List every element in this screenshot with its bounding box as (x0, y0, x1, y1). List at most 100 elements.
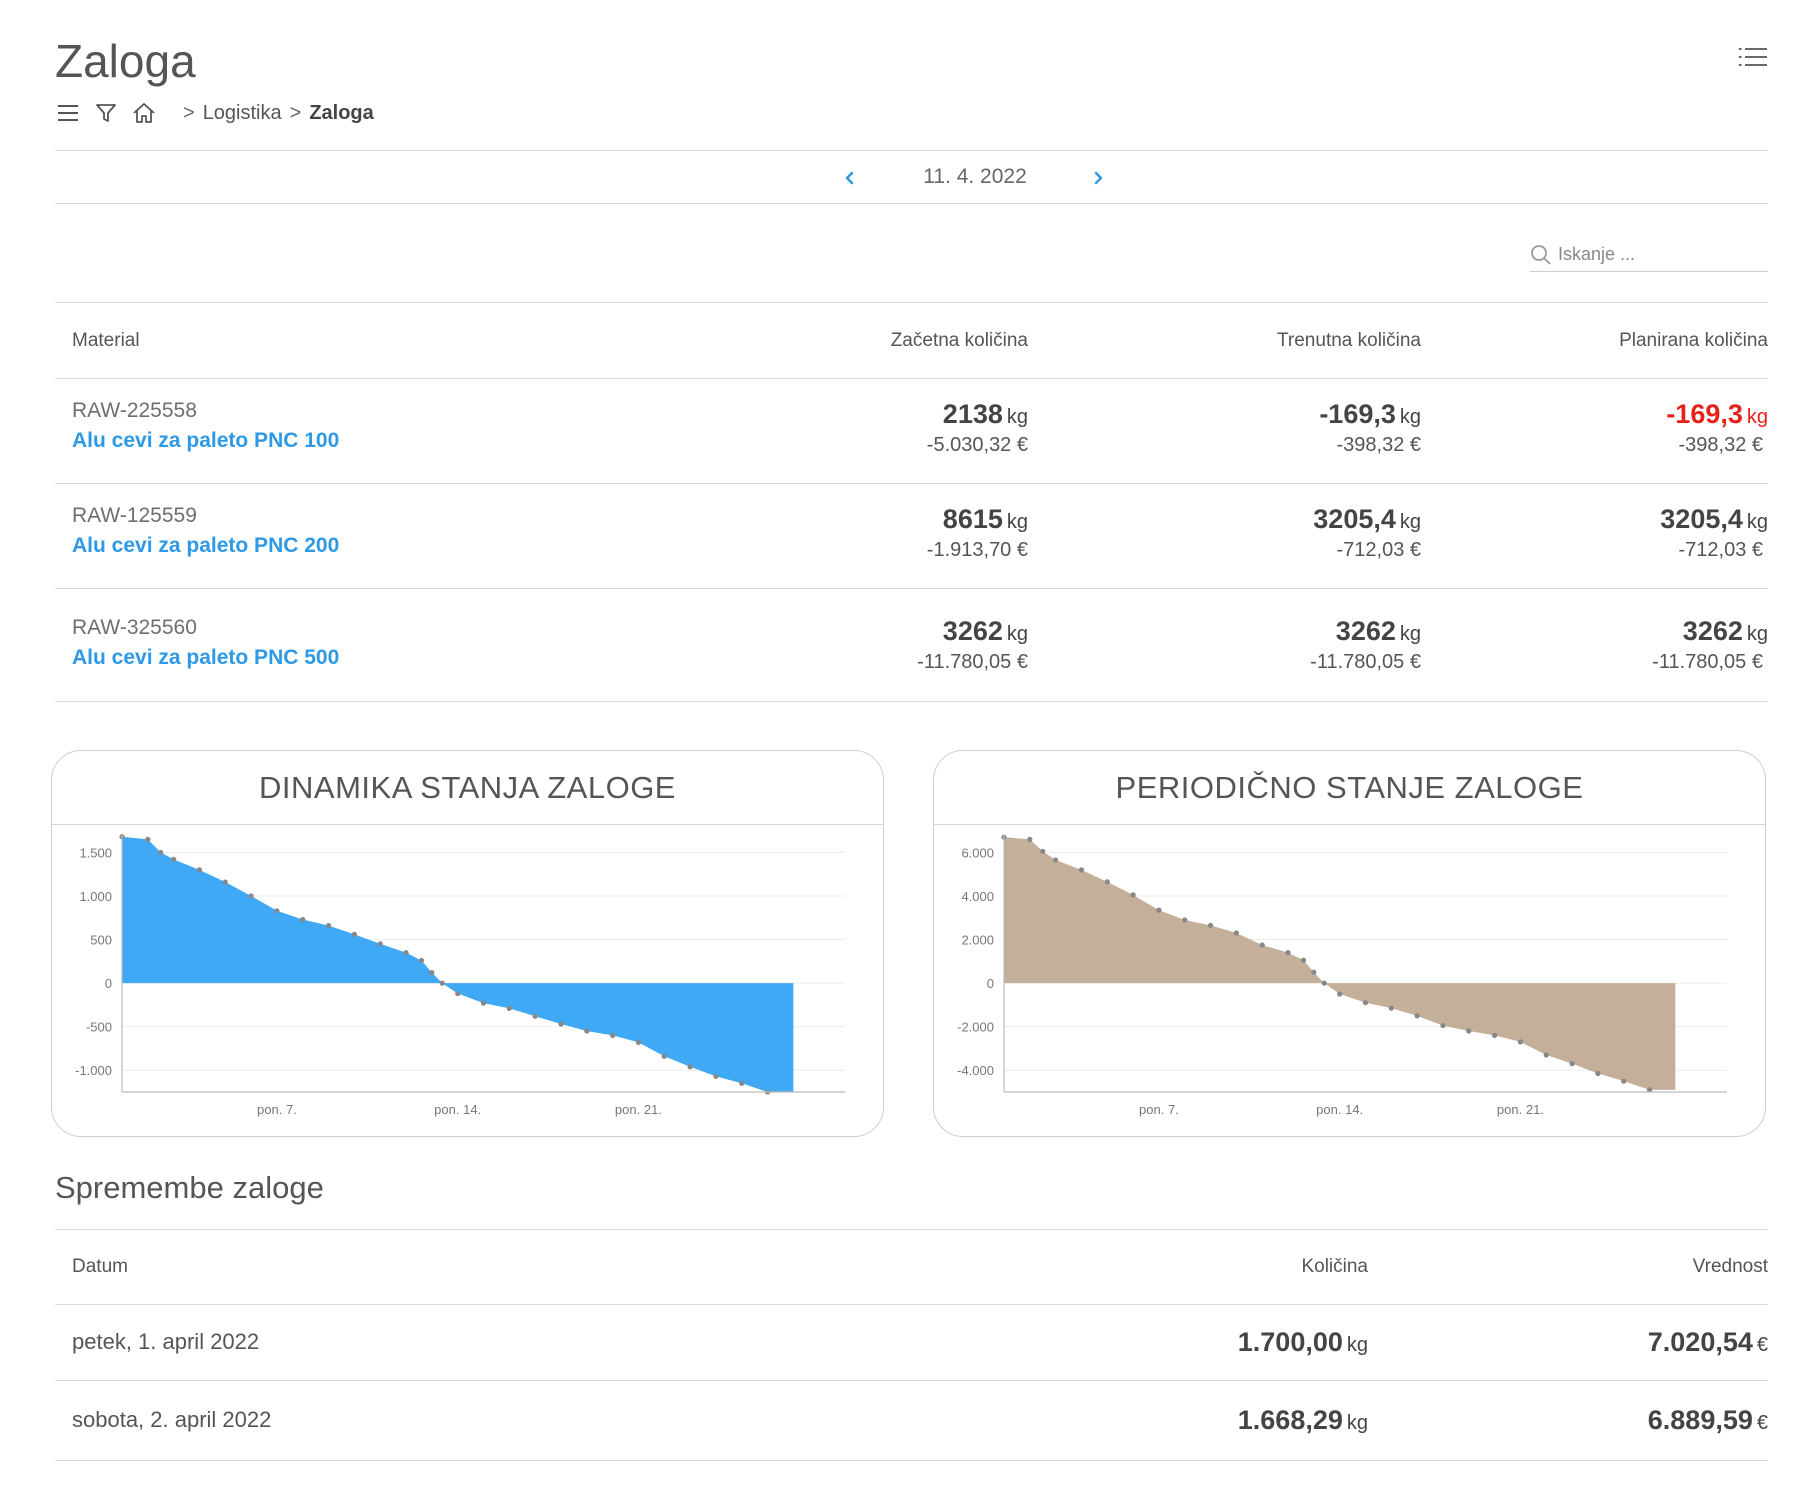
data-point (1466, 1028, 1472, 1034)
current-quantity: 3262 kg (1028, 616, 1421, 647)
currency-label: € (1756, 1411, 1768, 1434)
planned-quantity: -169,3 kg (1421, 399, 1768, 430)
data-point (1040, 848, 1046, 854)
search-box (1530, 238, 1768, 272)
y-tick-label: -4.000 (957, 1063, 994, 1078)
stock-dynamics-chart[interactable]: 1.500 1.000 500 0 -500 -1.000 pon. 7. pon. 14. p… (52, 825, 884, 1137)
list-icon[interactable] (1738, 44, 1768, 70)
y-tick-label: 6.000 (961, 845, 994, 860)
column-header-date[interactable]: Datum (55, 1231, 948, 1305)
periodic-stock-chart[interactable]: 6.000 4.000 2.000 0 -2.000 -4.000 pon. 7. pon. … (934, 825, 1766, 1137)
material-name-link[interactable]: Alu cevi za paleto PNC 500 (72, 646, 745, 670)
data-point (661, 1053, 667, 1059)
material-name-link[interactable]: Alu cevi za paleto PNC 200 (72, 534, 745, 558)
date-navigator: 11. 4. 2022 (55, 152, 1768, 204)
column-header-initial[interactable]: Začetna količina (745, 304, 1028, 379)
data-point (1207, 922, 1214, 928)
y-tick-label: -1.000 (75, 1063, 112, 1078)
current-date[interactable]: 11. 4. 2022 (865, 165, 1085, 189)
change-value: 6.889,59 € (1368, 1380, 1768, 1461)
series-area (1004, 837, 1676, 1090)
material-code: RAW-125559 (72, 503, 197, 527)
planned-value: -712,03 € (1678, 538, 1763, 561)
breadcrumb: > Logistika > Zaloga (175, 102, 374, 125)
data-point (1362, 1000, 1369, 1006)
data-point (1104, 879, 1110, 885)
material-code: RAW-325560 (72, 615, 197, 639)
table-row[interactable]: RAW-325560 Alu cevi za paleto PNC 500 32… (55, 588, 1768, 702)
search-icon (1530, 244, 1552, 266)
quantity-value: 3262 (942, 615, 1003, 646)
quantity-value: 3205,4 (1660, 503, 1743, 534)
data-point (1621, 1078, 1627, 1084)
current-value: -11.780,05 € (1310, 650, 1421, 673)
y-tick-label: 2.000 (961, 933, 994, 948)
value-amount: 7.020,54 (1647, 1326, 1753, 1357)
data-point (1233, 930, 1239, 936)
data-point (248, 893, 254, 899)
data-point (713, 1073, 719, 1079)
table-row[interactable]: RAW-125559 Alu cevi za paleto PNC 200 86… (55, 483, 1768, 589)
periodic-stock-chart-card: PERIODIČNO STANJE ZALOGE 6.000 4.000 2.000… (933, 750, 1766, 1137)
x-tick-label: pon. 7. (257, 1102, 297, 1117)
y-tick-label: 500 (90, 933, 112, 948)
column-header-current[interactable]: Trenutna količina (1028, 304, 1421, 379)
unit-label: kg (1746, 510, 1768, 533)
data-point (1053, 857, 1059, 863)
data-point (158, 849, 164, 856)
toolbar: > Logistika > Zaloga (55, 98, 374, 128)
data-point (429, 970, 435, 976)
column-header-value[interactable]: Vrednost (1368, 1231, 1768, 1305)
table-row[interactable]: petek, 1. april 2022 1.700,00 kg 7.020,54… (55, 1304, 1768, 1381)
initial-value: -11.780,05 € (917, 650, 1028, 673)
current-value: -712,03 € (1336, 538, 1421, 561)
table-row[interactable]: RAW-225558 Alu cevi za paleto PNC 100 21… (55, 378, 1768, 484)
unit-label: kg (1399, 510, 1421, 533)
breadcrumb-separator: > (289, 101, 302, 124)
column-header-planned[interactable]: Planirana količina (1421, 304, 1768, 379)
unit-label: kg (1006, 405, 1028, 428)
series-area (122, 836, 794, 1092)
y-tick-label: 0 (987, 976, 994, 991)
data-point (300, 916, 306, 923)
chevron-right-icon[interactable] (1086, 166, 1110, 190)
x-tick-label: pon. 14. (434, 1102, 481, 1117)
material-name-link[interactable]: Alu cevi za paleto PNC 100 (72, 429, 745, 453)
data-point (1078, 867, 1085, 873)
data-point (222, 879, 228, 885)
data-point (1414, 1013, 1420, 1019)
quantity-value: 8615 (942, 503, 1003, 534)
search-input[interactable] (1558, 244, 1758, 265)
changes-table: Datum Količina Vrednost petek, 1. april … (55, 1231, 1768, 1461)
divider (55, 1229, 1768, 1230)
data-point (377, 941, 383, 947)
quantity-value: -169,3 (1319, 398, 1396, 429)
change-quantity: 1.668,29 kg (948, 1380, 1368, 1461)
quantity-value: 3205,4 (1313, 503, 1396, 534)
breadcrumb-logistics[interactable]: Logistika (203, 102, 282, 125)
y-tick-label: 1.000 (79, 889, 112, 904)
divider (55, 150, 1768, 151)
page-title: Zaloga (55, 35, 196, 87)
data-point (1388, 1005, 1394, 1011)
currency-label: € (1756, 1333, 1768, 1356)
column-header-material[interactable]: Material (55, 304, 745, 379)
data-point (610, 1032, 616, 1038)
filter-icon[interactable] (93, 100, 119, 126)
data-point (325, 923, 332, 929)
divider (55, 203, 1768, 204)
hamburger-icon[interactable] (55, 100, 81, 126)
chevron-left-icon[interactable] (838, 166, 862, 190)
column-header-quantity[interactable]: Količina (948, 1231, 1368, 1305)
data-point (171, 856, 177, 862)
data-point (455, 990, 461, 997)
unit-label: kg (1346, 1411, 1368, 1434)
table-row[interactable]: sobota, 2. april 2022 1.668,29 kg 6.889,5… (55, 1380, 1768, 1461)
data-point (1311, 969, 1317, 975)
home-icon[interactable] (131, 100, 157, 126)
data-point (532, 1013, 538, 1019)
quantity-value: -169,3 (1666, 398, 1743, 429)
data-point (1321, 980, 1327, 986)
quantity-value: 2138 (942, 398, 1003, 429)
change-value: 7.020,54 € (1368, 1304, 1768, 1381)
